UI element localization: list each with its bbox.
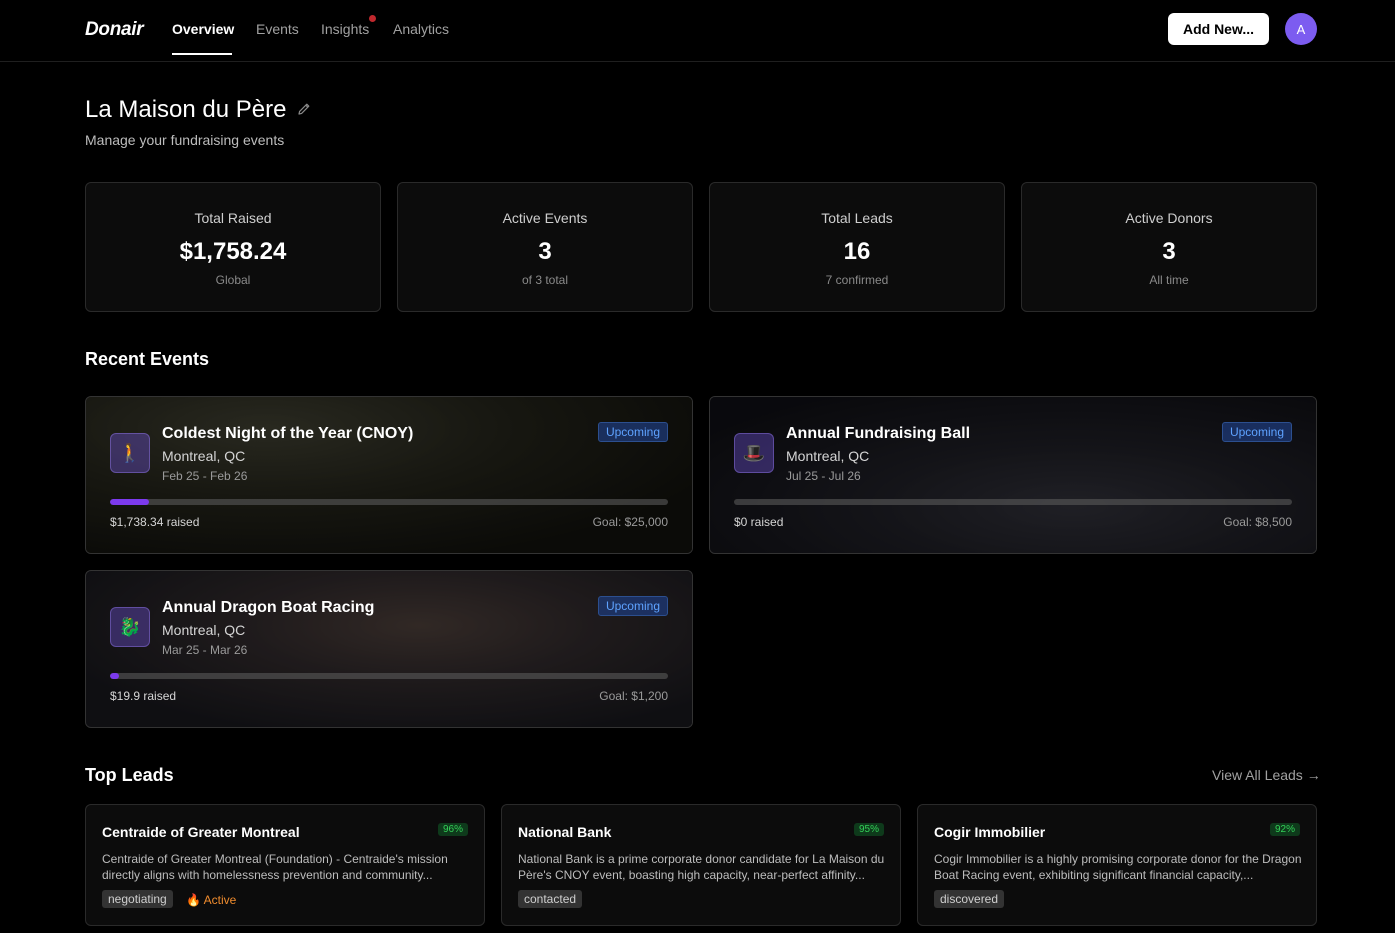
lead-description: Centraide of Greater Montreal (Foundatio… [102, 852, 448, 882]
stat-sub: All time [1149, 273, 1189, 287]
stat-card-total-raised: Total Raised $1,758.24 Global [85, 182, 381, 312]
page-subtitle: Manage your fundraising events [85, 132, 285, 148]
tab-analytics[interactable]: Analytics [393, 21, 449, 37]
goal-amount: Goal: $25,000 [592, 515, 668, 529]
event-title: Annual Fundraising Ball [786, 425, 971, 442]
lead-description: National Bank is a prime corporate donor… [518, 852, 885, 882]
lead-card[interactable]: National Bank 95% National Bank is a pri… [501, 804, 901, 926]
progress-fill [110, 499, 150, 505]
event-card-cnoy[interactable]: 🚶 Coldest Night of the Year (CNOY) Montr… [85, 396, 693, 554]
page-title: La Maison du Père [85, 96, 287, 123]
status-badge: Upcoming [597, 596, 668, 616]
lead-name: National Bank [518, 824, 612, 840]
event-dates: Mar 25 - Mar 26 [162, 643, 248, 657]
stat-sub: 7 confirmed [825, 273, 889, 287]
add-new-button[interactable]: Add New... [1168, 13, 1269, 45]
top-leads-heading: Top Leads [85, 765, 174, 785]
top-hat-icon: 🎩 [734, 433, 774, 473]
score-badge: 92% [1269, 823, 1300, 836]
progress-bar [110, 673, 668, 679]
lead-description: Cogir Immobilier is a highly promising c… [934, 852, 1302, 882]
event-location: Montreal, QC [162, 448, 246, 464]
stat-value: 3 [538, 238, 552, 265]
goal-amount: Goal: $1,200 [599, 689, 668, 703]
lead-card[interactable]: Cogir Immobilier 92% Cogir Immobilier is… [917, 804, 1317, 926]
event-dates: Feb 25 - Feb 26 [162, 469, 248, 483]
app-logo[interactable]: Donair [85, 19, 144, 41]
raised-amount: $0 raised [734, 515, 784, 529]
raised-amount: $1,738.34 raised [110, 515, 200, 529]
progress-bar [110, 499, 668, 505]
progress-fill [110, 673, 120, 679]
event-location: Montreal, QC [786, 448, 870, 464]
top-navbar: Donair Overview Events Insights Analytic… [0, 0, 1395, 62]
user-avatar[interactable]: A [1285, 13, 1317, 45]
stat-card-total-leads: Total Leads 16 7 confirmed [709, 182, 1005, 312]
raised-amount: $19.9 raised [110, 689, 177, 703]
stat-label: Active Events [502, 210, 588, 226]
tab-events[interactable]: Events [256, 21, 299, 37]
dragon-icon: 🐉 [110, 607, 150, 647]
event-card-dragon-boat[interactable]: 🐉 Annual Dragon Boat Racing Montreal, QC… [85, 570, 693, 728]
flame-icon: 🔥 [186, 893, 201, 907]
lead-card[interactable]: Centraide of Greater Montreal 96% Centra… [85, 804, 485, 926]
stat-card-active-donors: Active Donors 3 All time [1021, 182, 1317, 312]
stat-value: 3 [1162, 238, 1176, 265]
lead-name: Centraide of Greater Montreal [102, 824, 300, 840]
event-title: Annual Dragon Boat Racing [162, 599, 375, 616]
stat-sub: Global [215, 273, 251, 287]
tab-overview[interactable]: Overview [172, 21, 234, 37]
status-tag: negotiating [102, 890, 173, 908]
progress-bar [734, 499, 1292, 505]
stat-value: $1,758.24 [179, 238, 287, 265]
event-title: Coldest Night of the Year (CNOY) [162, 425, 414, 442]
tab-insights[interactable]: Insights [321, 21, 369, 37]
pencil-icon[interactable] [297, 102, 311, 116]
recent-events-heading: Recent Events [85, 349, 210, 369]
status-badge: Upcoming [597, 422, 668, 442]
event-card-fundraising-ball[interactable]: 🎩 Annual Fundraising Ball Montreal, QC J… [709, 396, 1317, 554]
score-badge: 96% [437, 823, 468, 836]
score-badge: 95% [853, 823, 884, 836]
active-tab-indicator [172, 53, 232, 55]
stat-label: Total Raised [194, 210, 272, 226]
active-label: Active [203, 893, 237, 907]
walking-person-icon: 🚶 [110, 433, 150, 473]
status-badge: Upcoming [1221, 422, 1292, 442]
active-indicator: 🔥 Active [186, 893, 236, 907]
stat-card-active-events: Active Events 3 of 3 total [397, 182, 693, 312]
stat-sub: of 3 total [521, 273, 569, 287]
stat-label: Total Leads [821, 210, 893, 226]
lead-name: Cogir Immobilier [934, 824, 1046, 840]
event-location: Montreal, QC [162, 622, 246, 638]
status-tag: contacted [518, 890, 583, 908]
stat-value: 16 [843, 238, 871, 265]
view-all-leads-link[interactable]: View All Leads → [1212, 767, 1321, 783]
stat-label: Active Donors [1125, 210, 1213, 226]
event-dates: Jul 25 - Jul 26 [786, 469, 861, 483]
goal-amount: Goal: $8,500 [1223, 515, 1292, 529]
notification-dot [369, 15, 376, 22]
status-tag: discovered [934, 890, 1005, 908]
